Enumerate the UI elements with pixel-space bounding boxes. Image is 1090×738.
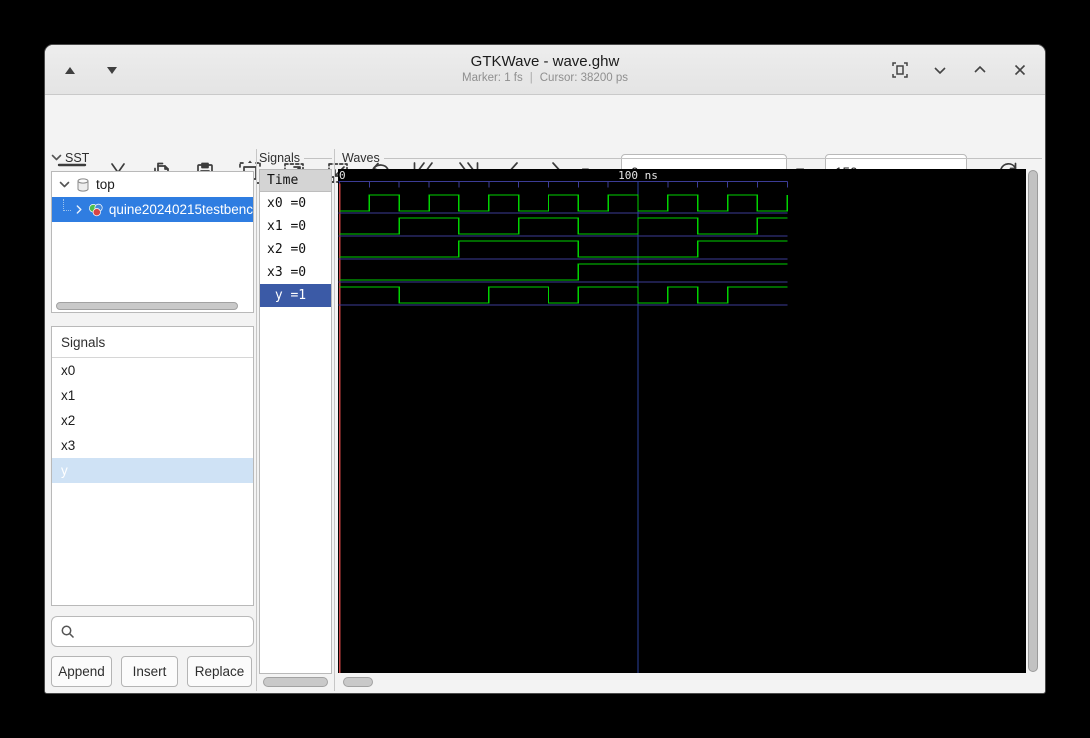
fit-window-icon[interactable] — [889, 59, 911, 81]
facility-row[interactable]: x2 — [52, 408, 253, 433]
signal-name-panel: Time x0 =0 x1 =0 x2 =0 x3 =0 y =1 — [259, 169, 332, 674]
toolbar: From: To: — [45, 95, 1045, 191]
append-button[interactable]: Append — [51, 656, 112, 687]
minimize-icon[interactable] — [929, 59, 951, 81]
gtkwave-window: GTKWave - wave.ghw Marker: 1 fs | Cursor: … — [44, 44, 1046, 694]
sst-frame-label: SST — [51, 151, 251, 165]
facility-row[interactable]: x3 — [52, 433, 253, 458]
insert-button[interactable]: Insert — [121, 656, 178, 687]
sst-hscroll-thumb[interactable] — [56, 302, 238, 310]
signal-row[interactable]: x1 =0 — [260, 215, 331, 238]
signal-search[interactable] — [51, 616, 254, 647]
wave-canvas[interactable]: 0 100 ns — [338, 169, 1026, 673]
time-header[interactable]: Time — [260, 170, 331, 192]
signal-row[interactable]: x2 =0 — [260, 238, 331, 261]
expander-down-icon[interactable] — [59, 181, 70, 189]
sst-expander-icon[interactable] — [51, 154, 62, 162]
timeline-major-label: 100 ns — [618, 169, 658, 182]
sst-tree: top quine20240215testbenc — [51, 171, 254, 313]
tree-node-label: top — [96, 177, 115, 192]
wave-y — [339, 286, 788, 304]
replace-button[interactable]: Replace — [187, 656, 252, 687]
facility-row[interactable]: x1 — [52, 383, 253, 408]
facility-row-selected[interactable]: y — [52, 458, 253, 483]
pane-splitter-left[interactable] — [256, 149, 257, 691]
wave-x3 — [339, 263, 788, 281]
titlebar[interactable]: GTKWave - wave.ghw Marker: 1 fs | Cursor: … — [45, 45, 1045, 95]
maximize-icon[interactable] — [969, 59, 991, 81]
signal-row[interactable]: x0 =0 — [260, 192, 331, 215]
signal-row[interactable]: x3 =0 — [260, 261, 331, 284]
wave-hscroll-thumb[interactable] — [343, 677, 373, 687]
wave-vscroll-thumb[interactable] — [1028, 170, 1038, 672]
tree-node-top[interactable]: top — [52, 172, 253, 197]
module-balls-icon — [89, 203, 103, 216]
desktop: GTKWave - wave.ghw Marker: 1 fs | Cursor: … — [0, 0, 1090, 738]
timeline-start-label: 0 — [339, 169, 346, 182]
wave-x2 — [339, 240, 788, 258]
cylinder-icon — [77, 177, 89, 192]
wave-x0 — [339, 194, 788, 212]
cursor-status: Cursor: 38200 ps — [539, 72, 628, 84]
signal-hscroll-thumb[interactable] — [263, 677, 328, 687]
pane-splitter-right[interactable] — [334, 149, 335, 691]
expander-right-icon[interactable] — [76, 204, 83, 215]
tree-connector — [63, 198, 72, 211]
tree-node-quine[interactable]: quine20240215testbenc — [52, 197, 253, 222]
waves-frame-label: Waves — [342, 151, 1042, 165]
search-icon — [61, 625, 75, 638]
tree-node-label: quine20240215testbenc — [108, 202, 253, 217]
close-icon[interactable] — [1009, 59, 1031, 81]
facilities-panel: Signals x0 x1 x2 x3 y — [51, 326, 254, 606]
facilities-header: Signals — [52, 327, 253, 358]
marker-status: Marker: 1 fs — [462, 72, 523, 84]
facility-row[interactable]: x0 — [52, 358, 253, 383]
signal-row-selected[interactable]: y =1 — [260, 284, 331, 307]
signals-frame-label: Signals — [259, 151, 332, 165]
wave-x1 — [339, 217, 788, 235]
